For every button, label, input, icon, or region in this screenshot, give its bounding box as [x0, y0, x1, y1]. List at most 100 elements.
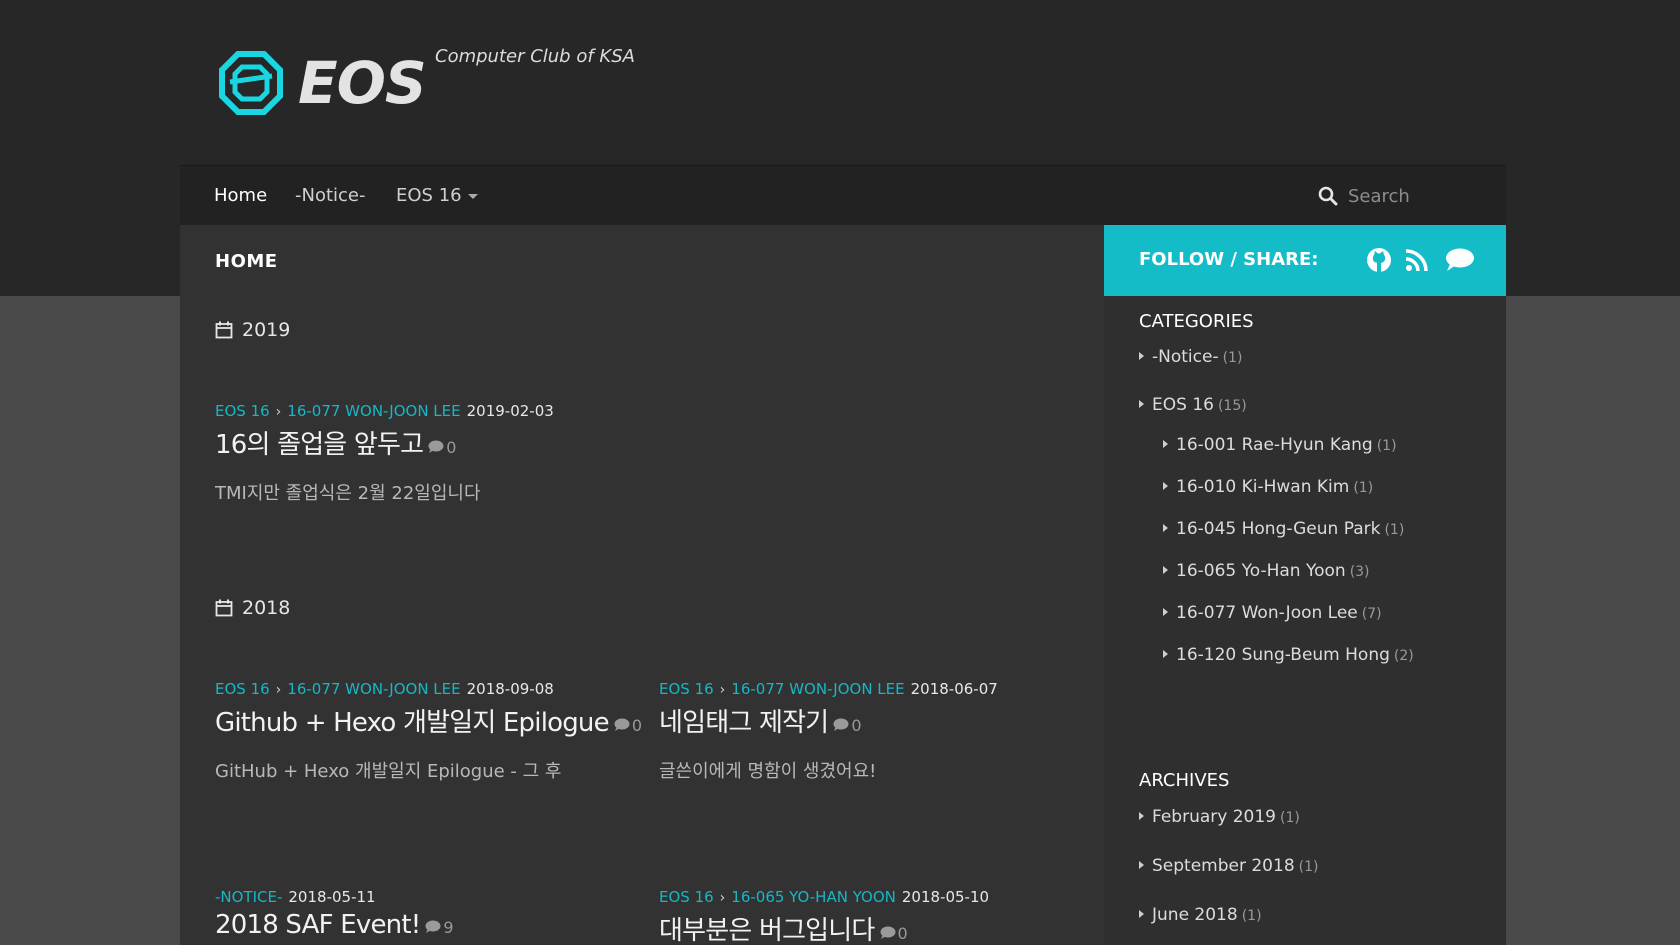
comment-icon — [833, 718, 849, 731]
year-heading-2018: 2018 — [215, 597, 290, 619]
nav-item-eos16[interactable]: EOS 16 — [396, 166, 478, 226]
post-category-link[interactable]: EOS 16 — [659, 680, 714, 698]
post-category-link[interactable]: EOS 16 — [215, 680, 270, 698]
category-item[interactable]: -Notice- (1) — [1139, 347, 1242, 367]
category-count: (1) — [1376, 438, 1397, 454]
archives-title: ARCHIVES — [1139, 770, 1230, 791]
post-date: 2018-05-11 — [288, 888, 376, 906]
post-card: EOS 16 › 16-077 WON-JOON LEE 2018-06-07 네임태… — [659, 680, 1079, 783]
post-date: 2018-09-08 — [466, 680, 554, 698]
post-meta: EOS 16 › 16-077 WON-JOON LEE 2018-06-07 — [659, 680, 1079, 698]
follow-share-label: FOLLOW / SHARE: — [1139, 249, 1319, 270]
caret-right-icon — [1139, 352, 1144, 360]
site-tagline: Computer Club of KSA — [435, 46, 635, 67]
category-item[interactable]: EOS 16 (15) — [1139, 395, 1247, 415]
comment-count[interactable]: 9 — [424, 918, 454, 937]
comment-count[interactable]: 0 — [427, 438, 456, 457]
subcategory-item[interactable]: 16-065 Yo-Han Yoon (3) — [1163, 561, 1370, 581]
category-label: 16-065 Yo-Han Yoon — [1176, 561, 1346, 581]
category-label: -Notice- — [1152, 347, 1219, 367]
subcategory-item[interactable]: 16-010 Ki-Hwan Kim (1) — [1163, 477, 1373, 497]
post-title-link[interactable]: 대부분은 버그입니다 0 — [659, 910, 1079, 945]
post-card: EOS 16 › 16-065 YO-HAN YOON 2018-05-10 대부분은… — [659, 888, 1079, 945]
category-label: 16-077 Won-Joon Lee — [1176, 603, 1358, 623]
caret-right-icon — [1163, 524, 1168, 532]
post-title-link[interactable]: 16의 졸업을 앞두고 0 — [215, 424, 635, 461]
chevron-right-icon: › — [275, 682, 282, 698]
archive-label: June 2018 — [1152, 905, 1238, 925]
comment-icon — [428, 440, 444, 453]
category-label: 16-001 Rae-Hyun Kang — [1176, 435, 1373, 455]
category-count: (3) — [1349, 564, 1370, 580]
comment-count-value: 0 — [897, 924, 908, 943]
category-count: (7) — [1361, 606, 1382, 622]
category-label: 16-120 Sung-Beum Hong — [1176, 645, 1390, 665]
post-title-text: 2018 SAF Event! — [215, 910, 421, 940]
post-date: 2018-06-07 — [910, 680, 998, 698]
nav-item-notice[interactable]: -Notice- — [295, 166, 366, 226]
post-title-link[interactable]: 2018 SAF Event! 9 — [215, 910, 635, 940]
post-subcategory-link[interactable]: 16-065 YO-HAN YOON — [731, 888, 896, 906]
caret-right-icon — [1139, 400, 1144, 408]
comment-count[interactable]: 0 — [613, 716, 642, 735]
main-content: HOME 2019 EOS 16 › 16-077 WON-JOON LEE 2019… — [180, 225, 1104, 945]
post-card: EOS 16 › 16-077 WON-JOON LEE 2018-09-08 Git… — [215, 680, 642, 783]
caret-right-icon — [1139, 910, 1144, 918]
post-subcategory-link[interactable]: 16-077 WON-JOON LEE — [287, 680, 460, 698]
post-excerpt: GitHub + Hexo 개발일지 Epilogue - 그 후 — [215, 761, 562, 782]
search-box[interactable] — [1318, 180, 1488, 212]
post-title-link[interactable]: 네임태그 제작기 0 — [659, 702, 1079, 739]
post-excerpt: 글쓴이에게 명함이 생겼어요! — [659, 761, 877, 782]
site-logo[interactable]: EOS — [218, 48, 468, 118]
year-heading-2019: 2019 — [215, 319, 290, 341]
chevron-down-icon — [467, 193, 478, 199]
post-meta: EOS 16 › 16-077 WON-JOON LEE 2019-02-03 — [215, 402, 635, 420]
chevron-right-icon: › — [275, 404, 282, 420]
post-subcategory-link[interactable]: 16-077 WON-JOON LEE — [731, 680, 904, 698]
post-date: 2019-02-03 — [466, 402, 554, 420]
post-title-text: 대부분은 버그입니다 — [659, 916, 875, 945]
chat-icon[interactable] — [1443, 247, 1475, 273]
chevron-right-icon: › — [719, 682, 726, 698]
comment-count-value: 0 — [851, 716, 862, 735]
category-label: 16-010 Ki-Hwan Kim — [1176, 477, 1350, 497]
post-category-link[interactable]: EOS 16 — [215, 402, 270, 420]
post-category-link[interactable]: EOS 16 — [659, 888, 714, 906]
archive-count: (1) — [1280, 810, 1300, 826]
post-card: EOS 16 › 16-077 WON-JOON LEE 2019-02-03 16의… — [215, 402, 635, 505]
page-title: HOME — [215, 251, 278, 272]
post-meta: EOS 16 › 16-065 YO-HAN YOON 2018-05-10 — [659, 888, 1079, 906]
archive-label: September 2018 — [1152, 856, 1295, 876]
caret-right-icon — [1139, 812, 1144, 820]
post-title-text: 16의 졸업을 앞두고 — [215, 430, 424, 460]
post-meta: EOS 16 › 16-077 WON-JOON LEE 2018-09-08 — [215, 680, 635, 698]
subcategory-item[interactable]: 16-045 Hong-Geun Park (1) — [1163, 519, 1404, 539]
post-subcategory-link[interactable]: 16-077 WON-JOON LEE — [287, 402, 460, 420]
post-title-link[interactable]: Github + Hexo 개발일지 Epilogue 0 — [215, 702, 642, 739]
comment-count-value: 0 — [631, 716, 642, 735]
site-header: EOS Computer Club of KSA — [180, 0, 1506, 165]
site-title: EOS — [298, 49, 427, 117]
subcategory-item[interactable]: 16-001 Rae-Hyun Kang (1) — [1163, 435, 1397, 455]
search-icon — [1318, 186, 1338, 206]
archive-item[interactable]: February 2019 (1) — [1139, 807, 1300, 827]
archive-label: February 2019 — [1152, 807, 1276, 827]
subcategory-item[interactable]: 16-120 Sung-Beum Hong (2) — [1163, 645, 1414, 665]
post-category-link[interactable]: -NOTICE- — [215, 888, 282, 906]
rss-icon[interactable] — [1404, 247, 1432, 273]
caret-right-icon — [1163, 650, 1168, 658]
eos-logo-icon — [219, 51, 283, 115]
archive-count: (1) — [1241, 908, 1262, 924]
github-icon[interactable] — [1365, 247, 1393, 273]
category-count: (1) — [1222, 350, 1243, 366]
category-count: (1) — [1353, 480, 1374, 496]
caret-right-icon — [1163, 482, 1168, 490]
nav-item-home[interactable]: Home — [214, 166, 267, 226]
subcategory-item[interactable]: 16-077 Won-Joon Lee (7) — [1163, 603, 1382, 623]
post-excerpt: TMI지만 졸업식은 2월 22일입니다 — [215, 483, 481, 504]
search-input[interactable] — [1348, 185, 1478, 207]
comment-count[interactable]: 0 — [832, 716, 862, 735]
comment-count[interactable]: 0 — [879, 924, 908, 943]
archive-item[interactable]: September 2018 (1) — [1139, 856, 1318, 876]
archive-item[interactable]: June 2018 (1) — [1139, 905, 1262, 925]
